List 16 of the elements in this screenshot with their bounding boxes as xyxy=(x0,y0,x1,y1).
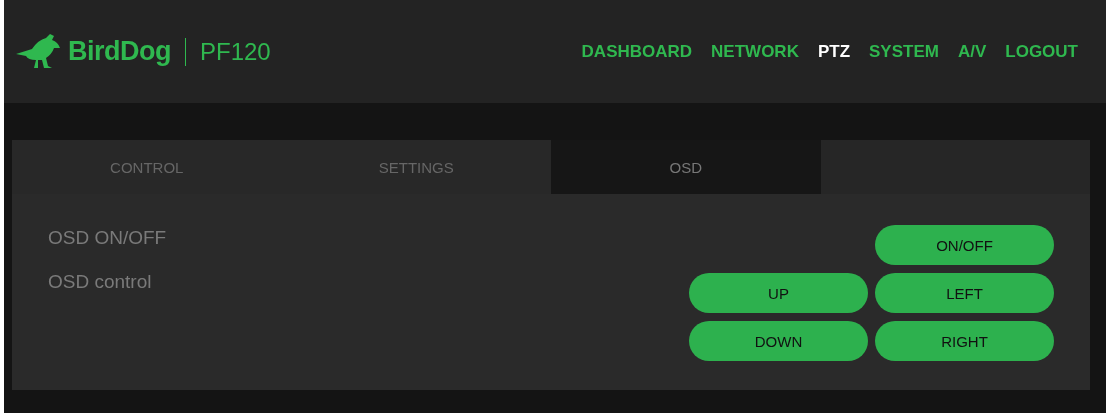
brand-name: BirdDog xyxy=(68,36,171,67)
nav-link[interactable]: SYSTEM xyxy=(869,41,939,62)
osd-button[interactable]: UP xyxy=(689,273,868,313)
nav-link[interactable]: NETWORK xyxy=(711,41,799,62)
osd-button[interactable]: DOWN xyxy=(689,321,868,361)
setting-label: OSD ON/OFF xyxy=(48,227,167,249)
model-name: PF120 xyxy=(200,37,271,66)
nav-link[interactable]: PTZ xyxy=(817,41,851,62)
setting-label: OSD control xyxy=(48,271,153,293)
tab[interactable]: OSD xyxy=(551,140,821,194)
osd-button[interactable]: RIGHT xyxy=(875,321,1054,361)
nav-link[interactable]: LOGOUT xyxy=(1005,41,1078,62)
osd-button[interactable]: ON/OFF xyxy=(875,225,1054,265)
nav-link[interactable]: A/V xyxy=(957,41,987,62)
nav-link[interactable]: DASHBOARD xyxy=(581,41,693,62)
osd-button[interactable]: LEFT xyxy=(875,273,1054,313)
